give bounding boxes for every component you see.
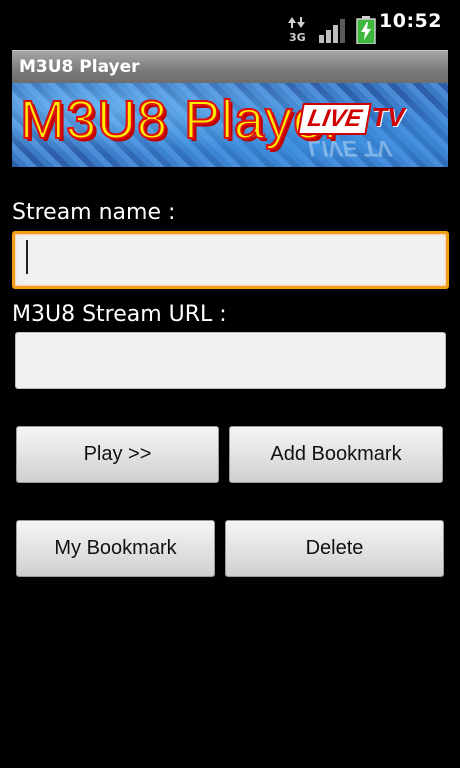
- signal-icon: [319, 19, 345, 43]
- status-bar: 3G 10:52: [0, 0, 460, 48]
- network-3g-icon: 3G: [288, 17, 306, 43]
- delete-button[interactable]: Delete: [225, 520, 444, 577]
- banner-title: M3U8 Player: [19, 89, 344, 151]
- tv-label: TV: [371, 102, 405, 132]
- live-tv-reflection: LIVE TV: [308, 136, 392, 161]
- stream-name-label: Stream name :: [12, 200, 176, 225]
- battery-charging-icon: [356, 16, 376, 44]
- live-tv-badge: LIVE TV: [297, 102, 405, 135]
- app-title-bar: M3U8 Player: [12, 50, 448, 84]
- stream-name-input[interactable]: [12, 231, 449, 289]
- play-button[interactable]: Play >>: [16, 426, 219, 483]
- live-label: LIVE: [297, 103, 373, 135]
- app-title: M3U8 Player: [19, 57, 140, 77]
- clock: 10:52: [379, 10, 442, 32]
- add-bookmark-button[interactable]: Add Bookmark: [229, 426, 443, 483]
- text-cursor: [26, 240, 28, 274]
- stream-url-label: M3U8 Stream URL :: [12, 302, 227, 327]
- app-banner: M3U8 Player LIVE TV LIVE TV: [12, 83, 448, 167]
- svg-text:3G: 3G: [289, 31, 306, 43]
- my-bookmark-button[interactable]: My Bookmark: [16, 520, 215, 577]
- stream-url-input[interactable]: [15, 332, 446, 389]
